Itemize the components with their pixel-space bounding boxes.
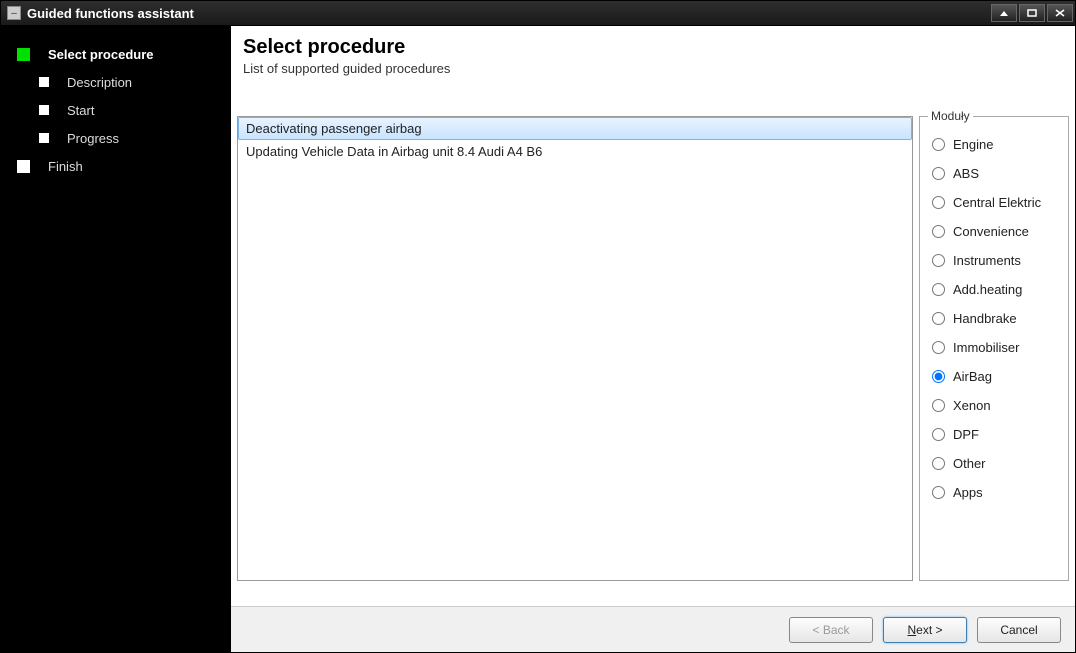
step-marker-icon <box>39 77 49 87</box>
close-button[interactable] <box>1047 4 1073 22</box>
step-select-procedure[interactable]: Select procedure <box>11 44 221 64</box>
modules-groupbox: Moduły Engine ABS Central Elektric Conve… <box>919 116 1069 581</box>
cancel-button[interactable]: Cancel <box>977 617 1061 643</box>
module-radio-instruments[interactable]: Instruments <box>932 253 1060 268</box>
wizard-footer: < Back Next > Cancel <box>231 606 1075 652</box>
radio-label: Instruments <box>953 253 1021 268</box>
main-header: Select procedure List of supported guide… <box>231 26 1075 84</box>
wizard-sidebar: Select procedure Description Start Progr… <box>1 26 231 652</box>
system-menu-icon[interactable]: – <box>7 6 21 20</box>
titlebar: – Guided functions assistant <box>1 1 1075 26</box>
radio-label: AirBag <box>953 369 992 384</box>
maximize-button[interactable] <box>1019 4 1045 22</box>
next-rest: ext > <box>916 623 942 637</box>
main-panel: Select procedure List of supported guide… <box>231 26 1075 652</box>
radio-label: Xenon <box>953 398 991 413</box>
radio-label: Handbrake <box>953 311 1017 326</box>
radio-label: DPF <box>953 427 979 442</box>
radio-label: Engine <box>953 137 993 152</box>
radio-label: ABS <box>953 166 979 181</box>
body: Select procedure Description Start Progr… <box>1 26 1075 652</box>
radio-label: Other <box>953 456 986 471</box>
step-start[interactable]: Start <box>33 100 221 120</box>
window-title: Guided functions assistant <box>27 6 194 21</box>
step-label: Start <box>67 103 94 118</box>
page-subtitle: List of supported guided procedures <box>243 61 1063 76</box>
step-description[interactable]: Description <box>33 72 221 92</box>
module-radio-dpf[interactable]: DPF <box>932 427 1060 442</box>
step-label: Select procedure <box>48 47 154 62</box>
procedure-list[interactable]: Deactivating passenger airbag Updating V… <box>237 116 913 581</box>
module-radio-central-elektric[interactable]: Central Elektric <box>932 195 1060 210</box>
step-progress[interactable]: Progress <box>33 128 221 148</box>
radio-label: Convenience <box>953 224 1029 239</box>
module-radio-add-heating[interactable]: Add.heating <box>932 282 1060 297</box>
next-button[interactable]: Next > <box>883 617 967 643</box>
module-radio-airbag[interactable]: AirBag <box>932 369 1060 384</box>
procedure-item[interactable]: Deactivating passenger airbag <box>238 117 912 140</box>
module-radio-immobiliser[interactable]: Immobiliser <box>932 340 1060 355</box>
modules-legend: Moduły <box>928 109 973 123</box>
step-marker-icon <box>39 133 49 143</box>
procedure-item[interactable]: Updating Vehicle Data in Airbag unit 8.4… <box>238 140 912 163</box>
radio-label: Immobiliser <box>953 340 1019 355</box>
radio-label: Add.heating <box>953 282 1022 297</box>
module-radio-abs[interactable]: ABS <box>932 166 1060 181</box>
procedure-label: Deactivating passenger airbag <box>246 121 422 136</box>
step-label: Finish <box>48 159 83 174</box>
step-label: Description <box>67 75 132 90</box>
step-finish[interactable]: Finish <box>11 156 221 176</box>
minimize-button[interactable] <box>991 4 1017 22</box>
module-radio-xenon[interactable]: Xenon <box>932 398 1060 413</box>
step-label: Progress <box>67 131 119 146</box>
radio-label: Apps <box>953 485 983 500</box>
page-title: Select procedure <box>243 36 1063 59</box>
procedure-list-container: Deactivating passenger airbag Updating V… <box>237 116 913 600</box>
step-marker-icon <box>39 105 49 115</box>
step-marker-icon <box>17 160 30 173</box>
radio-label: Central Elektric <box>953 195 1041 210</box>
procedure-label: Updating Vehicle Data in Airbag unit 8.4… <box>246 144 542 159</box>
module-radio-convenience[interactable]: Convenience <box>932 224 1060 239</box>
module-radio-handbrake[interactable]: Handbrake <box>932 311 1060 326</box>
main-content: Deactivating passenger airbag Updating V… <box>231 84 1075 606</box>
next-mnemonic: N <box>907 623 916 637</box>
module-radio-apps[interactable]: Apps <box>932 485 1060 500</box>
module-radio-other[interactable]: Other <box>932 456 1060 471</box>
app-window: – Guided functions assistant Select proc… <box>0 0 1076 653</box>
step-marker-icon <box>17 48 30 61</box>
back-button: < Back <box>789 617 873 643</box>
module-radio-engine[interactable]: Engine <box>932 137 1060 152</box>
